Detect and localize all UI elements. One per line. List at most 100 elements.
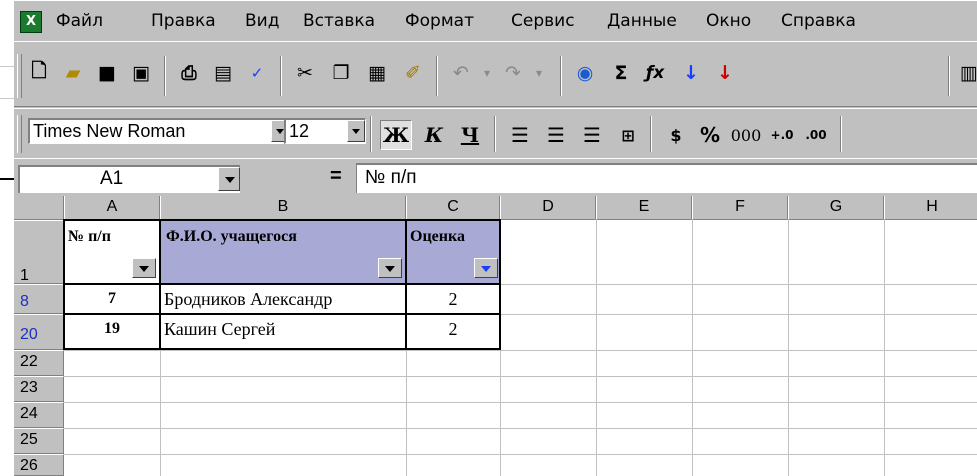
- toolbar-grip[interactable]: [17, 54, 22, 98]
- formula-input[interactable]: № п/п: [356, 163, 977, 193]
- background-line: [0, 66, 14, 67]
- function-icon[interactable]: ƒx: [640, 58, 670, 88]
- cell-b20[interactable]: Кашин Сергей: [160, 314, 406, 350]
- permissions-icon[interactable]: ▣: [126, 58, 156, 88]
- name-box[interactable]: A1: [18, 165, 240, 193]
- cell-a20[interactable]: 19: [64, 314, 160, 350]
- gridline: [692, 220, 693, 476]
- thousands-button[interactable]: 000: [730, 120, 762, 150]
- increase-decimal-icon[interactable]: +.0: [766, 120, 798, 150]
- paste-icon[interactable]: ▦: [362, 58, 392, 88]
- standard-toolbar: 🗋 ▰ ■ ▣ ⎙ ▤ ✓ ✂ ❐ ▦ ✐ ↶ ▾ ↷ ▾ ◉ Σ ƒx ↓ ↓…: [14, 41, 977, 107]
- row-header-24[interactable]: 24: [14, 402, 64, 428]
- column-header-h[interactable]: H: [884, 196, 977, 220]
- sort-ascending-icon[interactable]: ↓: [676, 58, 706, 88]
- align-left-icon[interactable]: ☰: [504, 120, 536, 150]
- redo-dropdown-icon[interactable]: ▾: [524, 58, 554, 88]
- copy-icon[interactable]: ❐: [326, 58, 356, 88]
- toolbar-separator: [494, 116, 496, 152]
- cell-c20[interactable]: 2: [406, 314, 500, 350]
- menu-help[interactable]: Справка: [781, 11, 856, 31]
- gridline: [884, 220, 885, 476]
- font-size-combo[interactable]: 12: [284, 118, 366, 144]
- autofilter-dropdown-a[interactable]: [132, 258, 156, 278]
- cell-b8[interactable]: Бродников Александр: [160, 284, 406, 314]
- row-header-20[interactable]: 20: [14, 314, 64, 350]
- table-border: [63, 283, 501, 285]
- chevron-down-icon[interactable]: [218, 167, 240, 191]
- new-icon[interactable]: 🗋: [24, 58, 54, 88]
- print-icon[interactable]: ⎙: [174, 58, 204, 88]
- column-header-e[interactable]: E: [596, 196, 692, 220]
- row-header-23[interactable]: 23: [14, 376, 64, 402]
- percent-button[interactable]: %: [694, 120, 726, 150]
- font-name-combo[interactable]: Times New Roman: [28, 118, 290, 144]
- gridline: [788, 220, 789, 476]
- cell-a8[interactable]: 7: [64, 284, 160, 314]
- row-header-25[interactable]: 25: [14, 428, 64, 454]
- align-right-icon[interactable]: ☰: [576, 120, 608, 150]
- name-box-value: A1: [100, 168, 124, 189]
- cell-c8[interactable]: 2: [406, 284, 500, 314]
- gridline: [64, 428, 977, 429]
- column-header-d[interactable]: D: [500, 196, 596, 220]
- menu-tools[interactable]: Сервис: [511, 11, 575, 31]
- autosum-icon[interactable]: Σ: [606, 58, 636, 88]
- row-header-26[interactable]: 26: [14, 454, 64, 476]
- cell-b1[interactable]: Ф.И.О. учащегося: [160, 220, 406, 284]
- italic-button[interactable]: К: [418, 120, 450, 150]
- sort-descending-icon[interactable]: ↓: [710, 58, 740, 88]
- gridline: [596, 220, 597, 476]
- excel-icon[interactable]: X: [20, 11, 42, 33]
- web-icon[interactable]: ◉: [570, 58, 600, 88]
- save-icon[interactable]: ■: [92, 58, 122, 88]
- column-header-b[interactable]: B: [160, 196, 406, 220]
- toolbar-grip[interactable]: [17, 115, 22, 153]
- bold-button[interactable]: Ж: [380, 120, 412, 150]
- equals-sign[interactable]: =: [330, 165, 342, 188]
- menu-file[interactable]: Файл: [56, 11, 103, 31]
- row-header-8[interactable]: 8: [14, 284, 64, 314]
- worksheet-grid: A B C D E F G H 1 8 20 22 23 24 25 26 № …: [14, 196, 977, 476]
- menu-view[interactable]: Вид: [245, 11, 279, 31]
- align-center-icon[interactable]: ☰: [540, 120, 572, 150]
- chart-wizard-icon[interactable]: ▥: [954, 58, 977, 88]
- autofilter-dropdown-b[interactable]: [378, 258, 402, 278]
- menu-window[interactable]: Окно: [706, 11, 751, 31]
- font-name-value: Times New Roman: [33, 121, 186, 141]
- menu-edit[interactable]: Правка: [151, 11, 216, 31]
- currency-icon[interactable]: $: [660, 120, 692, 150]
- column-header-c[interactable]: C: [406, 196, 500, 220]
- open-icon[interactable]: ▰: [58, 58, 88, 88]
- excel-window: X Файл Правка Вид Вставка Формат Сервис …: [14, 0, 977, 476]
- decrease-decimal-icon[interactable]: .00: [800, 120, 832, 150]
- gridline: [64, 402, 977, 403]
- column-header-g[interactable]: G: [788, 196, 884, 220]
- table-border: [63, 313, 501, 315]
- menu-insert[interactable]: Вставка: [303, 11, 375, 31]
- font-size-value: 12: [289, 121, 310, 141]
- menu-format[interactable]: Формат: [405, 11, 474, 31]
- toolbar-separator: [370, 116, 372, 152]
- print-preview-icon[interactable]: ▤: [208, 58, 238, 88]
- toolbar-separator: [948, 56, 950, 96]
- toolbar-separator: [164, 56, 166, 96]
- row-header-1[interactable]: 1: [14, 220, 64, 284]
- column-header-a[interactable]: A: [64, 196, 160, 220]
- underline-button[interactable]: Ч: [454, 120, 486, 150]
- gridline: [64, 350, 977, 351]
- select-all-corner[interactable]: [14, 196, 64, 220]
- toolbar-separator: [560, 56, 562, 96]
- toolbar-separator: [436, 56, 438, 96]
- background-line: [0, 98, 14, 99]
- row-header-22[interactable]: 22: [14, 350, 64, 376]
- merge-center-icon[interactable]: ⊞: [612, 120, 644, 150]
- menu-data[interactable]: Данные: [607, 11, 677, 31]
- column-header-f[interactable]: F: [692, 196, 788, 220]
- autofilter-dropdown-c[interactable]: [474, 258, 498, 278]
- cut-icon[interactable]: ✂: [290, 58, 320, 88]
- spelling-icon[interactable]: ✓: [242, 58, 272, 88]
- formula-bar: A1 = № п/п: [14, 158, 977, 197]
- chevron-down-icon[interactable]: [347, 120, 365, 142]
- format-painter-icon[interactable]: ✐: [398, 58, 428, 88]
